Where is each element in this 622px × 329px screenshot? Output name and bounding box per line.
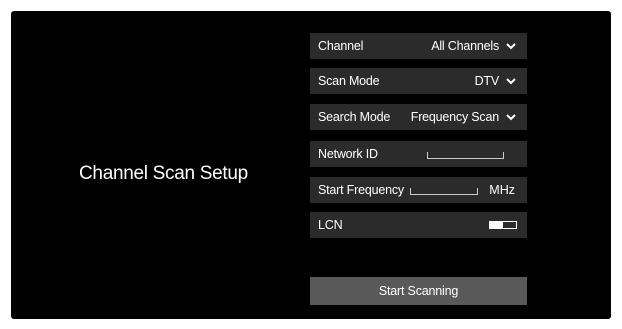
frequency-unit: MHz [489,183,515,197]
search-mode-label: Search Mode [318,110,391,124]
page-title: Channel Scan Setup [79,163,248,184]
chevron-down-icon [506,78,516,85]
start-frequency-input[interactable] [410,188,478,195]
scan-mode-value: DTV [474,74,500,88]
channel-value: All Channels [431,39,499,53]
channel-label: Channel [318,39,364,53]
network-id-row: Network ID [310,141,527,167]
search-mode-value: Frequency Scan [410,110,499,124]
search-mode-dropdown[interactable]: Search Mode Frequency Scan [310,104,527,130]
lcn-row: LCN [310,212,527,238]
chevron-down-icon [506,43,516,50]
toggle-knob [490,222,503,228]
scan-mode-dropdown[interactable]: Scan Mode DTV [310,68,527,94]
lcn-label: LCN [318,218,343,232]
start-scanning-button[interactable]: Start Scanning [310,277,527,305]
network-id-input[interactable] [427,152,504,159]
scan-mode-label: Scan Mode [318,74,380,88]
start-frequency-row: Start Frequency MHz [310,177,527,203]
lcn-toggle[interactable] [489,221,517,229]
chevron-down-icon [506,114,516,121]
network-id-label: Network ID [318,147,378,161]
start-frequency-label: Start Frequency [318,183,404,197]
channel-dropdown[interactable]: Channel All Channels [310,33,527,59]
